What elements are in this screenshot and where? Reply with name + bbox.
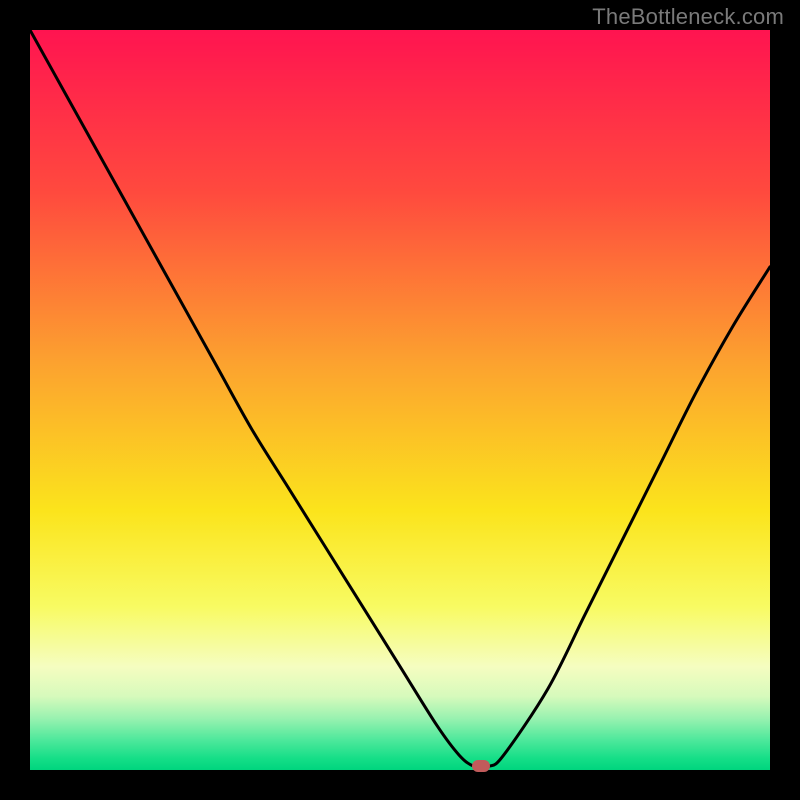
optimal-point-marker	[472, 760, 490, 772]
bottleneck-curve	[30, 30, 770, 770]
watermark-text: TheBottleneck.com	[592, 4, 784, 30]
chart-frame: TheBottleneck.com	[0, 0, 800, 800]
plot-area	[30, 30, 770, 770]
